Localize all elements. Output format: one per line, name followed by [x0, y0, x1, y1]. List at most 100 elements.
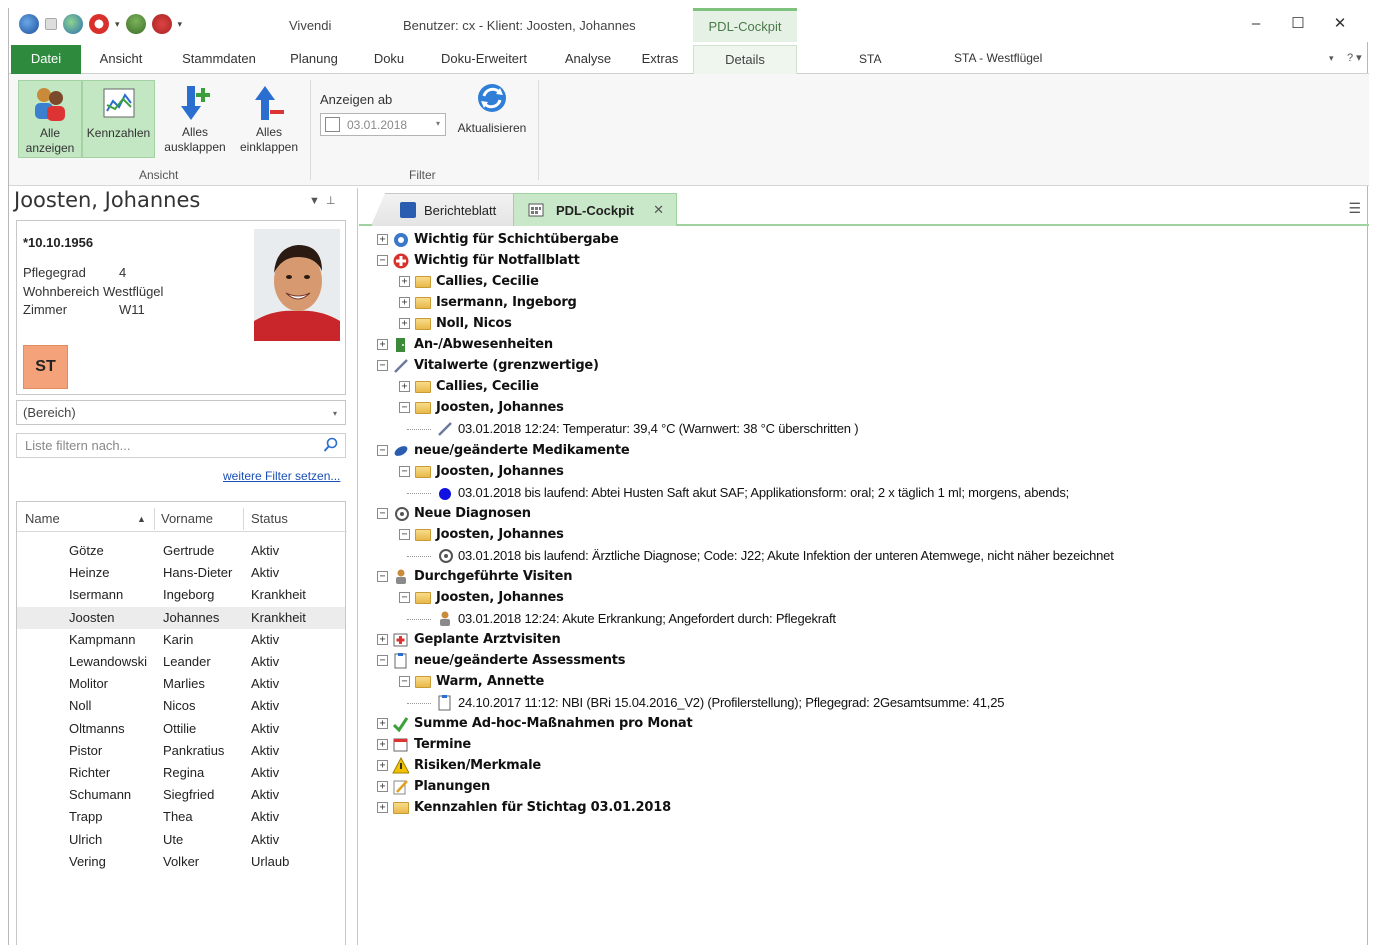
table-row[interactable]: Trapp Thea Aktiv [17, 806, 345, 828]
table-row[interactable]: Molitor Marlies Aktiv [17, 673, 345, 695]
tools-icon[interactable] [151, 14, 172, 34]
bereich-select[interactable]: (Bereich) ▾ [16, 400, 346, 425]
expand-icon[interactable]: + [399, 318, 410, 330]
arrow-down-plus-icon [177, 84, 213, 122]
tab-pdl-cockpit[interactable]: PDL-Cockpit ✕ [513, 193, 677, 226]
table-row[interactable]: Isermann Ingeborg Krankheit [17, 584, 345, 606]
tab-stammdaten[interactable]: Stammdaten [169, 45, 269, 74]
expand-icon[interactable]: + [377, 633, 388, 645]
expand-icon[interactable]: + [399, 276, 410, 288]
medkit-icon [392, 631, 409, 648]
list-filter-input[interactable]: Liste filtern nach... [16, 433, 346, 458]
table-row[interactable]: Pistor Pankratius Aktiv [17, 740, 345, 762]
expand-icon[interactable]: + [377, 718, 388, 730]
expand-icon[interactable]: + [377, 781, 388, 793]
column-divider[interactable] [154, 508, 155, 530]
table-row[interactable]: Götze Gertrude Aktiv [17, 540, 345, 562]
customize-icon[interactable]: ▾ [178, 19, 183, 30]
panel-options[interactable]: ▼ ⊥ [309, 194, 336, 207]
expand-all-button[interactable]: Alles ausklappen [159, 80, 231, 162]
close-button[interactable]: ✕ [1319, 14, 1361, 34]
tab-ansicht[interactable]: Ansicht [89, 45, 153, 74]
tree-label: Planungen [414, 779, 491, 795]
panel-splitter[interactable] [357, 188, 358, 945]
collapse-icon[interactable]: − [377, 570, 388, 582]
cell-vorname: Leander [163, 654, 211, 669]
search-icon[interactable] [323, 437, 339, 453]
collapse-icon[interactable]: − [399, 676, 410, 688]
print-icon[interactable] [45, 18, 57, 30]
table-row[interactable]: Heinze Hans-Dieter Aktiv [17, 562, 345, 584]
help-button[interactable]: ? ▾ [1347, 51, 1362, 64]
column-divider[interactable] [243, 508, 244, 530]
door-icon [392, 336, 409, 353]
tab-details[interactable]: Details [693, 45, 797, 74]
show-all-button[interactable]: Alle anzeigen [18, 80, 82, 158]
expand-icon[interactable]: + [377, 760, 388, 772]
window-app-title: Vivendi [289, 18, 332, 33]
col-header-status[interactable]: Status [251, 511, 288, 526]
list-filter-placeholder: Liste filtern nach... [25, 438, 131, 453]
tab-doku[interactable]: Doku [359, 45, 419, 74]
col-header-name[interactable]: Name [25, 511, 60, 526]
table-row[interactable]: Kampmann Karin Aktiv [17, 629, 345, 651]
minimize-button[interactable]: – [1235, 14, 1277, 34]
station-select[interactable]: STA - Westflügel [944, 47, 1344, 69]
cell-name: Oltmanns [69, 720, 125, 736]
chevron-down-icon[interactable]: ▾ [333, 409, 337, 418]
users-icon[interactable] [125, 14, 146, 34]
table-row[interactable]: Ulrich Ute Aktiv [17, 829, 345, 851]
cell-name: Molitor [69, 676, 109, 692]
collapse-icon[interactable]: − [377, 444, 388, 456]
expand-icon[interactable]: + [377, 739, 388, 751]
collapse-icon[interactable]: − [377, 655, 388, 666]
collapse-icon[interactable]: − [399, 591, 410, 603]
wohnbereich: Wohnbereich Westflügel [23, 284, 164, 299]
expand-icon[interactable]: + [377, 234, 388, 245]
col-header-vorname[interactable]: Vorname [161, 511, 213, 526]
sort-asc-icon[interactable]: ▲ [137, 514, 146, 524]
collapse-icon[interactable]: − [377, 360, 388, 372]
globe-icon[interactable] [63, 14, 83, 34]
collapse-icon[interactable]: − [399, 465, 410, 477]
table-row[interactable]: Lewandowski Leander Aktiv [17, 651, 345, 673]
bereich-value: (Bereich) [23, 405, 76, 420]
tab-doku-erweitert[interactable]: Doku-Erweitert [429, 45, 539, 74]
panel-menu-icon[interactable]: ☰ [1348, 200, 1361, 217]
pflegegrad-value: 4 [119, 265, 127, 280]
filter-date-field[interactable]: 03.01.2018 ▾ [320, 113, 446, 136]
kennzahlen-button[interactable]: Kennzahlen [82, 80, 155, 158]
tab-berichteblatt[interactable]: Berichteblatt [371, 193, 517, 226]
tab-extras[interactable]: Extras [631, 45, 689, 74]
collapse-icon[interactable]: − [377, 255, 388, 267]
show-all-label: Alle anzeigen [25, 126, 75, 155]
emergency-icon[interactable] [89, 14, 109, 34]
maximize-button[interactable]: ☐ [1277, 14, 1319, 34]
table-row[interactable]: Noll Nicos Aktiv [17, 695, 345, 717]
window-user-title: Benutzer: cx - Klient: Joosten, Johannes [403, 18, 636, 33]
date-enable-checkbox[interactable] [325, 117, 340, 132]
expand-icon[interactable]: + [377, 802, 388, 814]
tab-analyse[interactable]: Analyse [553, 45, 623, 74]
collapse-icon[interactable]: − [399, 402, 410, 414]
table-row[interactable]: Richter Regina Aktiv [17, 762, 345, 784]
chevron-down-icon[interactable]: ▾ [1329, 53, 1334, 64]
collapse-icon[interactable]: − [377, 507, 388, 519]
refresh-button[interactable]: Aktualisieren [449, 80, 535, 150]
close-tab-icon[interactable]: ✕ [653, 202, 664, 218]
app-logo-icon[interactable] [19, 14, 39, 34]
chevron-down-icon[interactable]: ▾ [115, 19, 120, 30]
table-row[interactable]: Vering Volker Urlaub [17, 851, 345, 873]
expand-icon[interactable]: + [399, 381, 410, 393]
tab-datei[interactable]: Datei [11, 45, 81, 74]
table-row[interactable]: Schumann Siegfried Aktiv [17, 784, 345, 806]
chevron-down-icon[interactable]: ▾ [436, 119, 440, 128]
collapse-all-button[interactable]: Alles einklappen [233, 80, 305, 162]
collapse-icon[interactable]: − [399, 528, 410, 540]
more-filters-link[interactable]: weitere Filter setzen... [223, 469, 340, 483]
expand-icon[interactable]: + [399, 297, 410, 309]
expand-icon[interactable]: + [377, 339, 388, 351]
table-row[interactable]: Joosten Johannes Krankheit [17, 606, 345, 629]
table-row[interactable]: Oltmanns Ottilie Aktiv [17, 718, 345, 740]
tab-planung[interactable]: Planung [279, 45, 349, 74]
